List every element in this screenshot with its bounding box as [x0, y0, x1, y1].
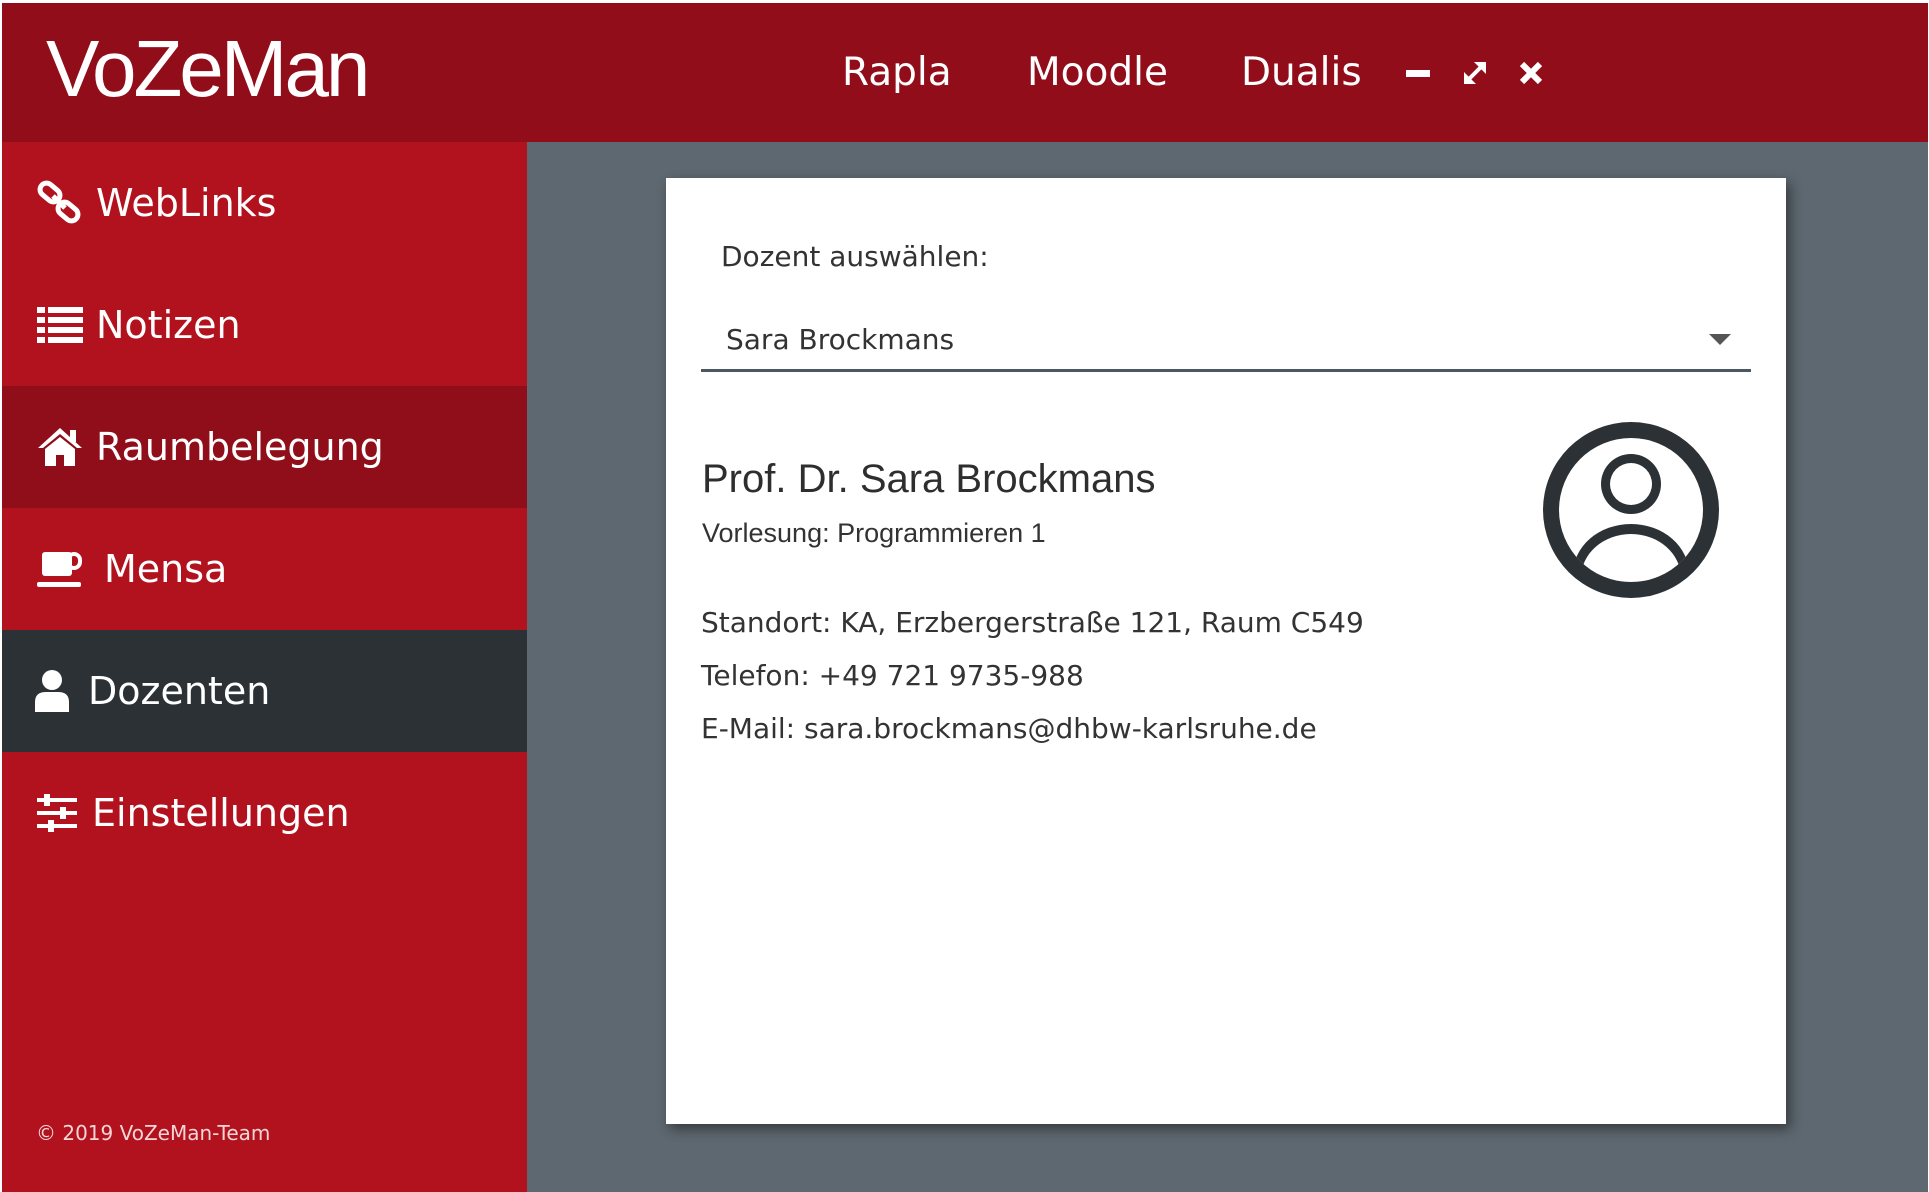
lecturer-email: E-Mail: sara.brockmans@dhbw-karlsruhe.de — [701, 712, 1317, 745]
chevron-down-icon — [1709, 334, 1731, 345]
lecturer-location: Standort: KA, Erzbergerstraße 121, Raum … — [701, 606, 1364, 639]
lecturer-card: Dozent auswählen: Sara Brockmans Prof. D… — [666, 178, 1786, 1124]
lecturer-select-value: Sara Brockmans — [726, 323, 955, 356]
sidebar-item-label: Einstellungen — [92, 791, 350, 835]
link-icon — [36, 180, 84, 226]
lecturer-phone: Telefon: +49 721 9735-988 — [701, 659, 1084, 692]
sidebar-item-notizen[interactable]: Notizen — [2, 264, 527, 386]
nav-link-rapla[interactable]: Rapla — [842, 53, 952, 92]
list-icon — [36, 302, 84, 348]
app-logo: VoZeMan — [46, 24, 370, 113]
sidebar-item-einstellungen[interactable]: Einstellungen — [2, 752, 527, 874]
home-icon — [36, 424, 84, 470]
sidebar-item-dozenten[interactable]: Dozenten — [2, 630, 527, 752]
lecturer-select-label: Dozent auswählen: — [721, 240, 989, 273]
sidebar-item-label: WebLinks — [96, 181, 277, 225]
sidebar: WebLinks Notizen Raumbelegung Mensa Doze… — [2, 142, 527, 1192]
sidebar-item-label: Mensa — [104, 547, 228, 591]
copyright-footer: © 2019 VoZeMan-Team — [36, 1121, 271, 1145]
lecturer-name: Prof. Dr. Sara Brockmans — [702, 457, 1156, 501]
close-icon[interactable] — [1511, 53, 1551, 93]
sidebar-item-label: Dozenten — [88, 669, 271, 713]
user-avatar-icon — [1543, 422, 1719, 598]
maximize-icon[interactable] — [1455, 53, 1495, 93]
lecturer-lecture: Vorlesung: Programmieren 1 — [702, 518, 1046, 548]
nav-link-dualis[interactable]: Dualis — [1241, 53, 1362, 92]
sidebar-item-label: Notizen — [96, 303, 241, 347]
coffee-cup-icon — [36, 546, 84, 592]
app-window: VoZeMan Rapla Moodle Dualis WebLinks Not… — [2, 3, 1928, 1192]
minimize-icon[interactable] — [1398, 53, 1438, 93]
nav-link-moodle[interactable]: Moodle — [1027, 53, 1168, 92]
sidebar-item-mensa[interactable]: Mensa — [2, 508, 527, 630]
sidebar-item-weblinks[interactable]: WebLinks — [2, 142, 527, 264]
sidebar-item-raumbelegung[interactable]: Raumbelegung — [2, 386, 527, 508]
sidebar-item-label: Raumbelegung — [96, 425, 384, 469]
sliders-icon — [36, 790, 84, 836]
title-bar: VoZeMan Rapla Moodle Dualis — [2, 3, 1928, 142]
lecturer-select[interactable]: Sara Brockmans — [701, 308, 1751, 372]
user-icon — [32, 668, 72, 714]
